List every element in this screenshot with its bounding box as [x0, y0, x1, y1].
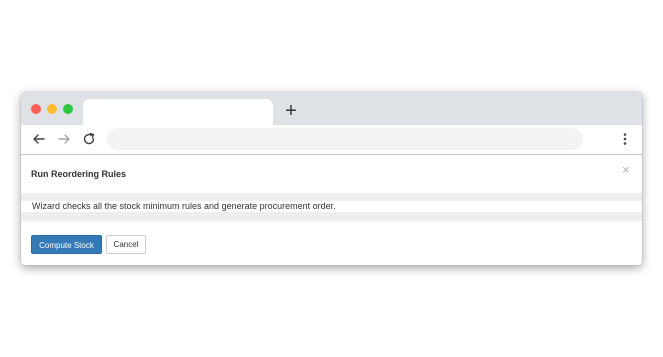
address-bar[interactable]: [107, 128, 583, 150]
minimize-window-button[interactable]: [47, 104, 57, 114]
dialog: Run Reordering Rules × Wizard checks all…: [21, 155, 642, 265]
maximize-window-button[interactable]: [63, 104, 73, 114]
close-window-button[interactable]: [31, 104, 41, 114]
dialog-message: Wizard checks all the stock minimum rule…: [32, 201, 336, 211]
tab-bar: +: [21, 92, 642, 125]
new-tab-button[interactable]: +: [283, 100, 299, 122]
reload-icon[interactable]: [81, 131, 97, 147]
close-icon[interactable]: ×: [622, 163, 630, 177]
compute-stock-button[interactable]: Compute Stock: [31, 235, 102, 254]
more-menu-icon[interactable]: [617, 131, 633, 147]
dialog-title: Run Reordering Rules: [31, 169, 127, 179]
divider: [21, 212, 642, 221]
back-arrow-icon[interactable]: [31, 131, 47, 147]
browser-toolbar: [21, 125, 642, 155]
active-tab[interactable]: [83, 99, 273, 125]
dialog-body: Wizard checks all the stock minimum rule…: [21, 201, 642, 212]
forward-arrow-icon[interactable]: [56, 131, 72, 147]
divider: [21, 193, 642, 201]
browser-window: + Run Reordering Rules × Wizard checks a…: [21, 92, 642, 265]
cancel-button[interactable]: Cancel: [106, 235, 146, 254]
